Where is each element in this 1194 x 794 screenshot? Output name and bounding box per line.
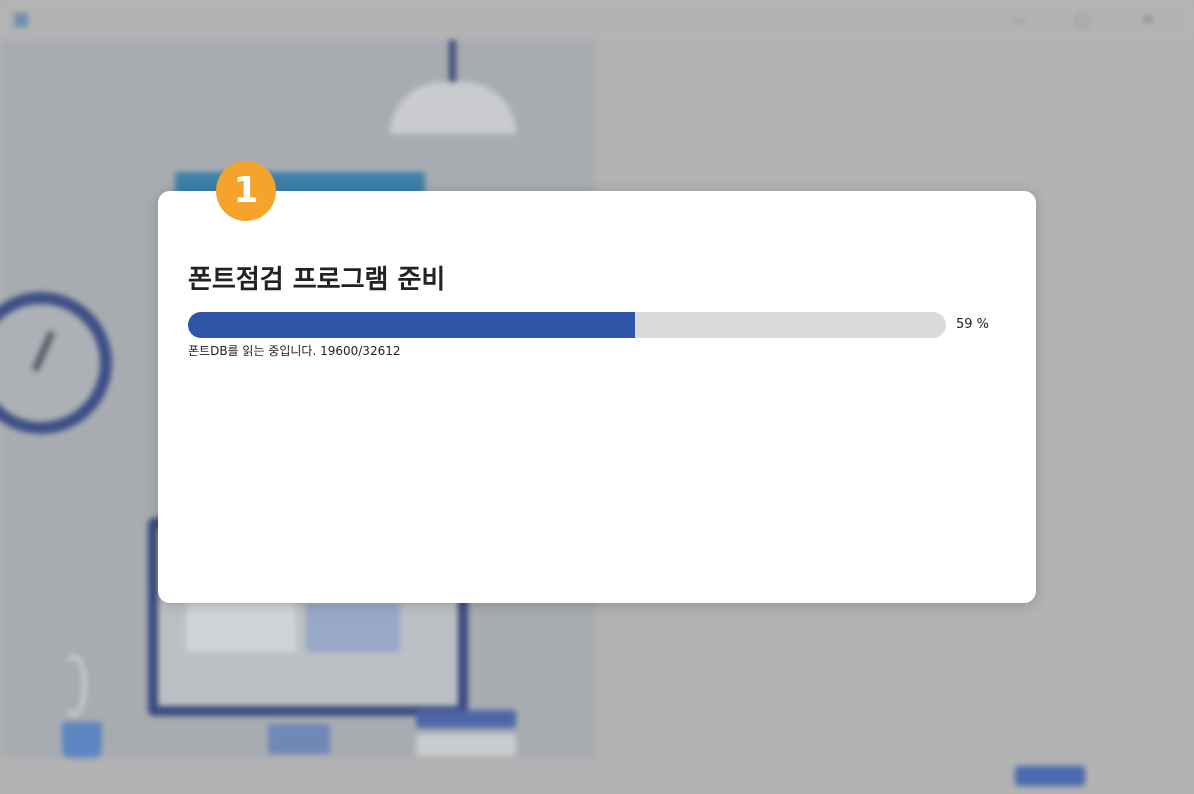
- steam-illustration: [62, 655, 86, 716]
- cup-illustration: [62, 722, 102, 758]
- dialog-title: 폰트점검 프로그램 준비: [188, 265, 446, 295]
- brand-logo: [1015, 766, 1085, 786]
- progress-bar-fill: [188, 312, 636, 338]
- monitor-screen-box: [306, 602, 400, 652]
- step-number-badge: 1: [216, 161, 276, 221]
- progress-dialog: 폰트점검 프로그램 준비 59 % 폰트DB를 읽는 중입니다. 19600/3…: [158, 191, 1036, 603]
- card-illustration: [416, 734, 516, 756]
- app-root: — ▢ ✕ 폰트점검 프로그램 준비 59 % 폰트DB를 읽는 중입니다. 1…: [0, 0, 1194, 794]
- progress-percent: 59 %: [956, 317, 990, 332]
- close-icon[interactable]: ✕: [1136, 8, 1160, 32]
- app-icon: [14, 13, 28, 27]
- monitor-screen-box: [186, 602, 296, 652]
- minimize-icon[interactable]: —: [1006, 8, 1030, 32]
- maximize-icon[interactable]: ▢: [1070, 8, 1094, 32]
- lamp-illustration: [449, 40, 456, 82]
- status-text: 폰트DB를 읽는 중입니다. 19600/32612: [188, 344, 401, 358]
- card-illustration: [416, 710, 516, 728]
- monitor-stand-illustration: [268, 724, 330, 754]
- progress-bar: [188, 312, 946, 338]
